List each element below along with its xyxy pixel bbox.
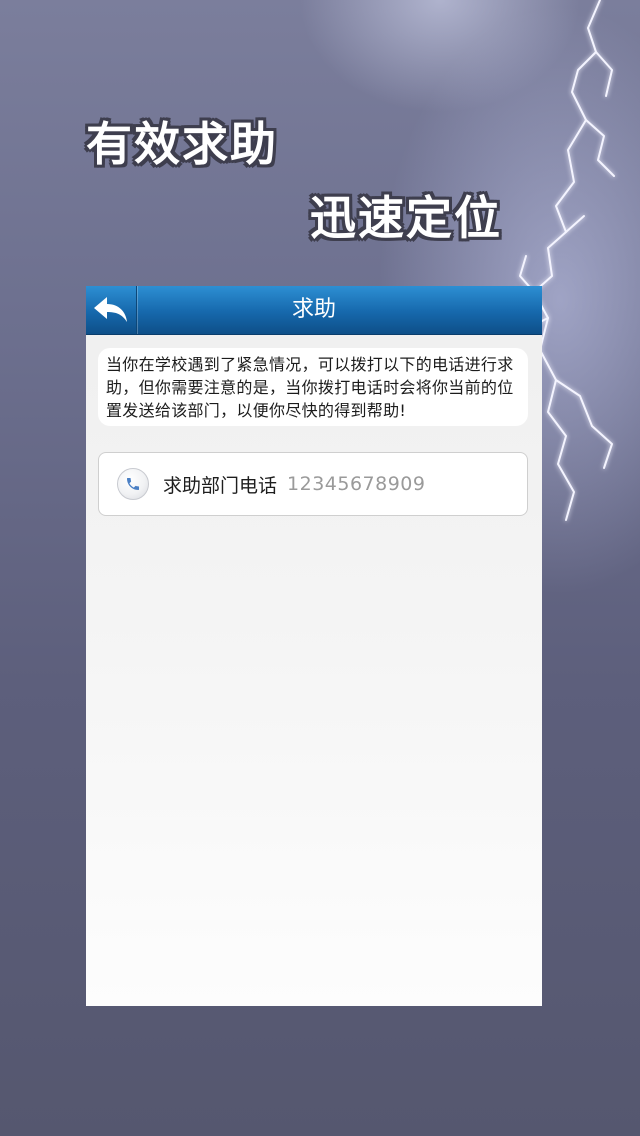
back-arrow-icon: [94, 297, 127, 322]
app-screen: 求助 当你在学校遇到了紧急情况，可以拨打以下的电话进行求助，但你需要注意的是，当…: [86, 286, 542, 1006]
navigation-bar: 求助: [86, 286, 542, 335]
phone-number: 12345678909: [287, 473, 426, 495]
phone-icon: [117, 468, 149, 500]
phone-label: 求助部门电话: [163, 474, 278, 497]
help-instructions: 当你在学校遇到了紧急情况，可以拨打以下的电话进行求助，但你需要注意的是，当你拨打…: [98, 348, 528, 426]
slogan-effective-help: 有效求助: [86, 117, 278, 171]
back-button[interactable]: [86, 286, 137, 334]
page-title: 求助: [291, 297, 336, 322]
help-department-phone-row[interactable]: 求助部门电话 12345678909: [98, 452, 528, 516]
slogan-quick-locate: 迅速定位: [310, 191, 502, 245]
